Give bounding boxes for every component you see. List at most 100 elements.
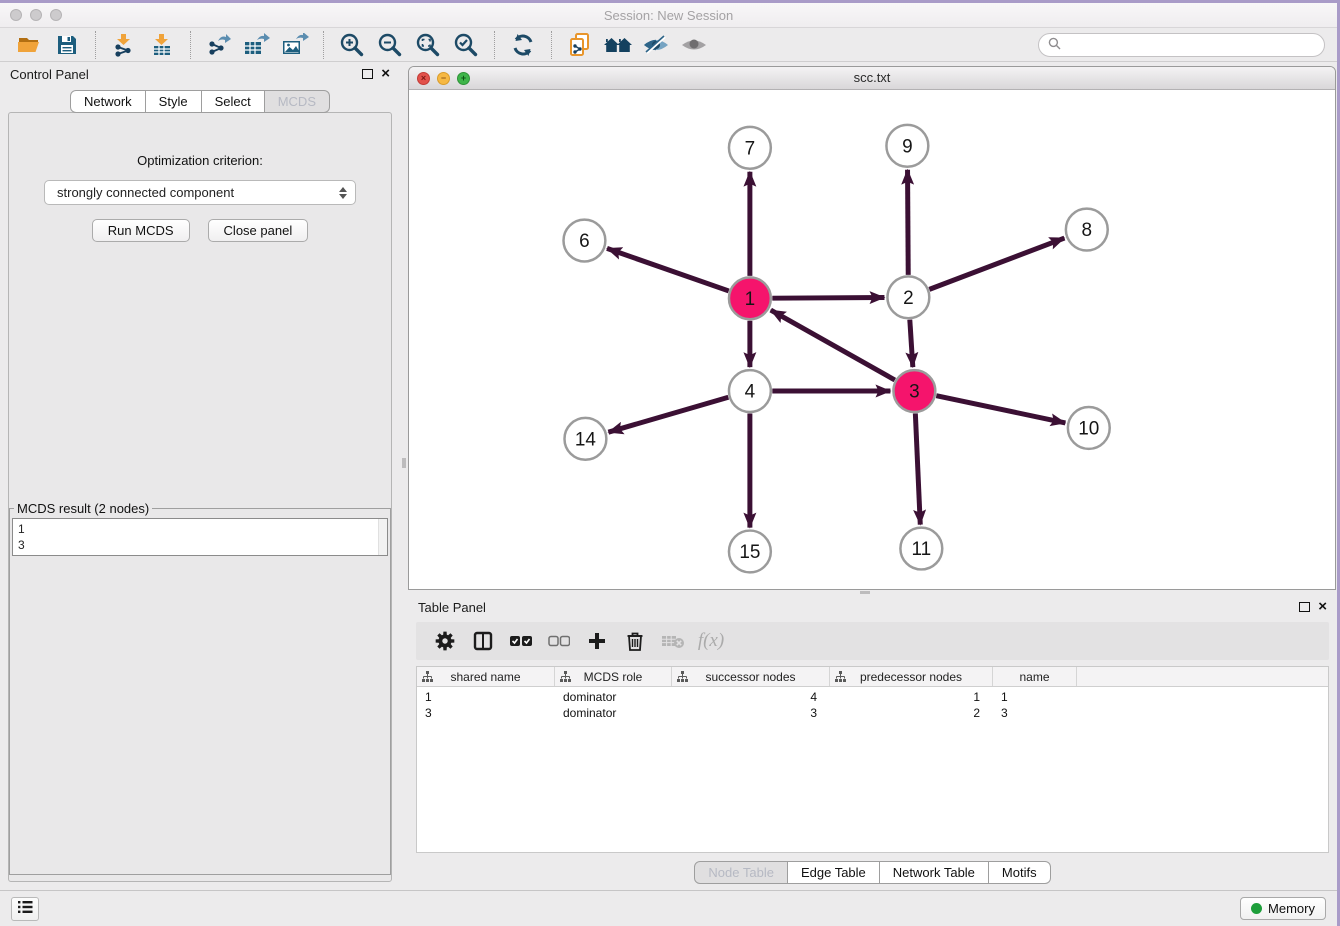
graph-node-7[interactable]: 7 — [729, 127, 771, 169]
delete-table-button[interactable] — [654, 624, 692, 658]
add-column-button[interactable] — [578, 624, 616, 658]
graph-edge-2-8[interactable] — [929, 238, 1064, 289]
float-panel-icon[interactable] — [362, 69, 373, 79]
memory-button[interactable]: Memory — [1240, 897, 1326, 920]
table-cell[interactable]: 3 — [672, 705, 830, 721]
tab-network-table[interactable]: Network Table — [880, 861, 989, 884]
function-builder-button[interactable]: f(x) — [692, 624, 730, 658]
eye-icon — [680, 34, 708, 56]
column-header-predecessor-nodes[interactable]: predecessor nodes — [830, 667, 993, 686]
import-network-button[interactable] — [107, 30, 141, 60]
import-table-button[interactable] — [145, 30, 179, 60]
graph-node-4[interactable]: 4 — [729, 370, 771, 412]
graph-node-11[interactable]: 11 — [900, 527, 942, 569]
graph-node-2[interactable]: 2 — [887, 276, 929, 318]
close-network-button[interactable]: × — [417, 72, 430, 85]
table-row[interactable]: 1dominator411 — [417, 689, 1328, 705]
mcds-result-text[interactable]: 1 3 — [12, 518, 388, 556]
task-history-button[interactable] — [11, 897, 39, 921]
select-all-button[interactable] — [502, 624, 540, 658]
graph-edge-1-2[interactable] — [772, 297, 884, 298]
table-cell[interactable]: dominator — [555, 689, 672, 705]
duplicate-network-button[interactable] — [563, 30, 597, 60]
vertical-splitter[interactable] — [400, 62, 408, 890]
table-row[interactable]: 3dominator323 — [417, 705, 1328, 721]
tab-style[interactable]: Style — [146, 90, 202, 113]
delete-column-button[interactable] — [616, 624, 654, 658]
run-mcds-button[interactable]: Run MCDS — [92, 219, 190, 242]
horizontal-splitter[interactable] — [408, 590, 1337, 595]
search-input[interactable] — [1066, 38, 1315, 52]
graph-node-6[interactable]: 6 — [563, 219, 605, 261]
open-session-button[interactable] — [12, 30, 46, 60]
graph-edge-2-3[interactable] — [910, 319, 913, 366]
table-cell[interactable]: 4 — [672, 689, 830, 705]
table-cell[interactable]: 3 — [417, 705, 555, 721]
maximize-window-button[interactable] — [50, 9, 62, 21]
splitter-handle[interactable] — [860, 591, 870, 594]
close-panel-button[interactable]: Close panel — [208, 219, 309, 242]
graph-node-15[interactable]: 15 — [729, 530, 771, 572]
column-header-successor-nodes[interactable]: successor nodes — [672, 667, 830, 686]
graph-node-10[interactable]: 10 — [1068, 407, 1110, 449]
column-header-name[interactable]: name — [993, 667, 1077, 686]
table-cell[interactable]: dominator — [555, 705, 672, 721]
graph-node-9[interactable]: 9 — [886, 125, 928, 167]
graph-node-label: 14 — [575, 429, 596, 450]
graph-edge-3-11[interactable] — [915, 413, 920, 524]
show-all-button[interactable] — [677, 30, 711, 60]
network-overview-button[interactable] — [601, 30, 635, 60]
graph-node-8[interactable]: 8 — [1066, 208, 1108, 250]
graph-edge-4-14[interactable] — [608, 397, 728, 432]
tab-node-table[interactable]: Node Table — [694, 861, 788, 884]
network-canvas[interactable]: 1 2 3 4 6 7 8 9 10 11 14 15 — [409, 90, 1335, 589]
tab-motifs[interactable]: Motifs — [989, 861, 1051, 884]
table-settings-button[interactable] — [426, 624, 464, 658]
graph-node-1[interactable]: 1 — [729, 277, 771, 319]
table-cell[interactable]: 3 — [993, 705, 1077, 721]
graph-node-label: 2 — [903, 288, 914, 309]
export-network-button[interactable] — [202, 30, 236, 60]
graph-node-label: 4 — [745, 381, 756, 402]
deselect-all-button[interactable] — [540, 624, 578, 658]
select-stepper-icon — [339, 187, 347, 199]
close-panel-icon[interactable]: × — [1318, 602, 1327, 612]
zoom-in-button[interactable] — [335, 30, 369, 60]
zoom-selected-button[interactable] — [449, 30, 483, 60]
criterion-select-value: strongly connected component — [57, 185, 339, 200]
graph-node-3[interactable]: 3 — [893, 370, 935, 412]
graph-edge-3-1[interactable] — [771, 310, 895, 380]
table-cell[interactable]: 1 — [993, 689, 1077, 705]
splitter-handle[interactable] — [402, 458, 406, 468]
hide-selected-button[interactable] — [639, 30, 673, 60]
graph-edge-1-6[interactable] — [607, 248, 729, 291]
close-window-button[interactable] — [10, 9, 22, 21]
result-scrollbar[interactable] — [378, 519, 387, 555]
graph-node-14[interactable]: 14 — [564, 418, 606, 460]
node-table: shared nameMCDS rolesuccessor nodesprede… — [416, 666, 1329, 853]
export-table-button[interactable] — [240, 30, 274, 60]
tab-mcds[interactable]: MCDS — [265, 90, 330, 113]
column-layout-button[interactable] — [464, 624, 502, 658]
table-cell[interactable]: 1 — [417, 689, 555, 705]
minimize-window-button[interactable] — [30, 9, 42, 21]
tab-edge-table[interactable]: Edge Table — [788, 861, 880, 884]
float-panel-icon[interactable] — [1299, 602, 1310, 612]
table-cell[interactable]: 1 — [830, 689, 993, 705]
maximize-network-button[interactable]: + — [457, 72, 470, 85]
criterion-select[interactable]: strongly connected component — [44, 180, 356, 205]
zoom-fit-button[interactable] — [411, 30, 445, 60]
minimize-network-button[interactable]: − — [437, 72, 450, 85]
tab-select[interactable]: Select — [202, 90, 265, 113]
tab-network[interactable]: Network — [70, 90, 146, 113]
column-header-MCDS-role[interactable]: MCDS role — [555, 667, 672, 686]
export-image-button[interactable] — [278, 30, 312, 60]
graph-edge-2-9[interactable] — [908, 169, 909, 274]
column-header-shared-name[interactable]: shared name — [417, 667, 555, 686]
save-session-button[interactable] — [50, 30, 84, 60]
refresh-button[interactable] — [506, 30, 540, 60]
close-panel-icon[interactable]: × — [381, 69, 390, 79]
zoom-out-button[interactable] — [373, 30, 407, 60]
graph-edge-3-10[interactable] — [936, 395, 1065, 422]
table-cell[interactable]: 2 — [830, 705, 993, 721]
